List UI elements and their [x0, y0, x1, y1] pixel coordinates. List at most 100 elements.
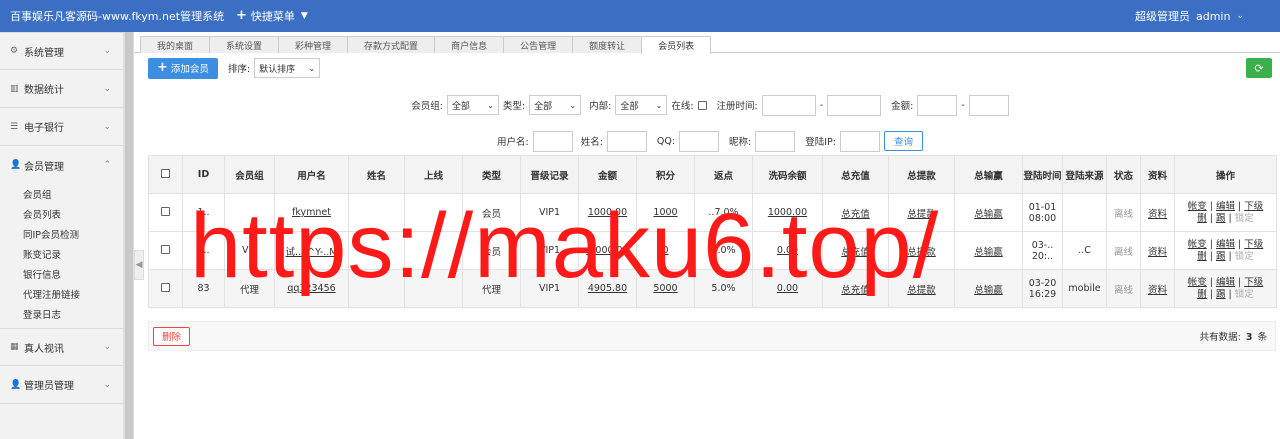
select-all-cell[interactable]	[148, 155, 183, 194]
qq-input[interactable]	[679, 130, 720, 152]
lock-link[interactable]: 锁定	[1235, 251, 1254, 262]
username-input[interactable]	[532, 130, 573, 152]
row-select-cell[interactable]	[148, 193, 183, 232]
tab-credit-transfer[interactable]: 额度转让	[572, 36, 643, 53]
scrollbar-thumb[interactable]	[125, 32, 133, 439]
reg-time-start-input[interactable]	[761, 94, 816, 116]
tab-desktop[interactable]: 我的桌面	[140, 36, 211, 53]
user-area[interactable]: 超级管理员 admin ⌄	[1135, 8, 1280, 24]
cell-username-link[interactable]: fkymnet	[274, 193, 349, 232]
subordinate-link[interactable]: 下级	[1244, 201, 1263, 212]
cell-withdraw-link[interactable]: 总提款	[888, 193, 955, 232]
lock-link[interactable]: 锁定	[1235, 289, 1254, 300]
row-checkbox[interactable]	[161, 244, 170, 254]
edit-link[interactable]: 编辑	[1216, 277, 1235, 288]
tab-system-settings[interactable]: 系统设置	[209, 36, 280, 53]
user-role: 超级管理员	[1134, 10, 1190, 23]
name-input[interactable]	[606, 130, 647, 152]
cell-withdraw-link[interactable]: 总提款	[888, 269, 955, 308]
cell-amount-link[interactable]: ...000.00	[578, 231, 637, 270]
chevron-down-icon[interactable]: ⌄	[1236, 11, 1244, 21]
cell-withdraw-link[interactable]: 总提款	[888, 231, 955, 270]
sidebar-scrollbar[interactable]	[124, 32, 134, 439]
sort-select[interactable]: 默认排序 ⌄	[254, 58, 321, 78]
edit-link[interactable]: 编辑	[1216, 239, 1235, 250]
quick-menu-label: 快捷菜单	[250, 10, 295, 23]
user-name[interactable]: admin	[1196, 10, 1230, 23]
type-select[interactable]: 全部 ⌄	[529, 95, 582, 115]
row-checkbox[interactable]	[161, 206, 170, 216]
select-all-checkbox[interactable]	[161, 168, 170, 178]
sidebar-item-same-ip[interactable]: 同IP会员检测	[0, 224, 123, 244]
sidebar-group-live[interactable]: ▦ 真人视讯 ⌄	[0, 328, 123, 366]
subordinate-link[interactable]: 下级	[1244, 277, 1263, 288]
sidebar-group-stats[interactable]: ▥ 数据统计 ⌄	[0, 70, 123, 108]
account-change-link[interactable]: 帐变	[1188, 201, 1207, 212]
login-ip-input[interactable]	[839, 130, 880, 152]
tab-merchant[interactable]: 商户信息	[434, 36, 505, 53]
internal-select[interactable]: 全部 ⌄	[615, 95, 668, 115]
cell-wash-link[interactable]: 1000.00	[752, 193, 823, 232]
cell-winloss-link[interactable]: 总输赢	[954, 231, 1023, 270]
online-checkbox[interactable]	[697, 100, 707, 110]
cell-username-link[interactable]: 试..$^Y-..M	[274, 231, 349, 270]
sidebar-item-member-group[interactable]: 会员组	[0, 184, 123, 204]
cell-winloss-link[interactable]: 总输赢	[954, 269, 1023, 308]
add-member-button[interactable]: + 添加会员	[148, 57, 218, 79]
tab-announcements[interactable]: 公告管理	[503, 36, 574, 53]
cell-info-link[interactable]: 资料	[1140, 269, 1175, 308]
row-select-cell[interactable]	[148, 231, 183, 270]
amount-max-input[interactable]	[968, 94, 1009, 116]
collapse-sidebar-handle[interactable]: ◀	[134, 250, 144, 280]
cell-info-link[interactable]: 资料	[1140, 231, 1175, 270]
sidebar-group-members[interactable]: 👤 会员管理 ⌃	[0, 146, 123, 184]
username-label: 用户名:	[496, 137, 529, 148]
query-button[interactable]: 查询	[883, 131, 923, 151]
sidebar-group-admins[interactable]: 👤 管理员管理 ⌄	[0, 366, 123, 404]
row-checkbox[interactable]	[161, 282, 170, 292]
cell-deposit-link[interactable]: 总充值	[822, 231, 889, 270]
kick-link[interactable]: 踢	[1216, 289, 1226, 300]
reg-time-end-input[interactable]	[827, 94, 882, 116]
delete-button[interactable]: 删除	[153, 326, 191, 346]
sidebar-item-agent-link[interactable]: 代理注册链接	[0, 284, 123, 304]
cell-points-link[interactable]: 5000	[636, 269, 695, 308]
delete-link[interactable]: 删	[1197, 213, 1207, 224]
sidebar-item-account-changes[interactable]: 账变记录	[0, 244, 123, 264]
tab-lottery[interactable]: 彩种管理	[278, 36, 349, 53]
row-select-cell[interactable]	[148, 269, 183, 308]
subordinate-link[interactable]: 下级	[1244, 239, 1263, 250]
member-group-select[interactable]: 全部 ⌄	[446, 95, 499, 115]
cell-points-link[interactable]: 0	[636, 231, 695, 270]
tab-member-list[interactable]: 会员列表	[641, 36, 712, 54]
account-change-link[interactable]: 帐变	[1188, 239, 1207, 250]
account-change-link[interactable]: 帐变	[1188, 277, 1207, 288]
cell-deposit-link[interactable]: 总充值	[822, 193, 889, 232]
sidebar-item-login-log[interactable]: 登录日志	[0, 304, 123, 324]
edit-link[interactable]: 编辑	[1216, 201, 1235, 212]
refresh-button[interactable]: ⟳	[1246, 58, 1272, 78]
cell-id: 1..	[182, 231, 225, 270]
quick-menu-button[interactable]: + 快捷菜单 ▼	[236, 8, 308, 24]
kick-link[interactable]: 踢	[1216, 251, 1226, 262]
cell-amount-link[interactable]: 1000.00	[578, 193, 637, 232]
lock-link[interactable]: 锁定	[1235, 213, 1254, 224]
cell-wash-link[interactable]: 0.00	[752, 269, 823, 308]
sidebar-group-system[interactable]: ⚙ 系统管理 ⌄	[0, 32, 123, 70]
cell-points-link[interactable]: 1000	[636, 193, 695, 232]
sidebar-item-bank-info[interactable]: 银行信息	[0, 264, 123, 284]
delete-link[interactable]: 删	[1197, 251, 1207, 262]
nickname-input[interactable]	[755, 130, 796, 152]
sidebar-group-ebank[interactable]: ☰ 电子银行 ⌄	[0, 108, 123, 146]
amount-min-input[interactable]	[917, 94, 958, 116]
cell-amount-link[interactable]: 4905.80	[578, 269, 637, 308]
cell-info-link[interactable]: 资料	[1140, 193, 1175, 232]
cell-username-link[interactable]: qq123456	[274, 269, 349, 308]
cell-wash-link[interactable]: 0.00	[752, 231, 823, 270]
tab-deposit-methods[interactable]: 存款方式配置	[347, 36, 436, 53]
sidebar-item-member-list[interactable]: 会员列表	[0, 204, 123, 224]
cell-winloss-link[interactable]: 总输赢	[954, 193, 1023, 232]
cell-deposit-link[interactable]: 总充值	[822, 269, 889, 308]
kick-link[interactable]: 踢	[1216, 213, 1226, 224]
delete-link[interactable]: 删	[1197, 289, 1207, 300]
